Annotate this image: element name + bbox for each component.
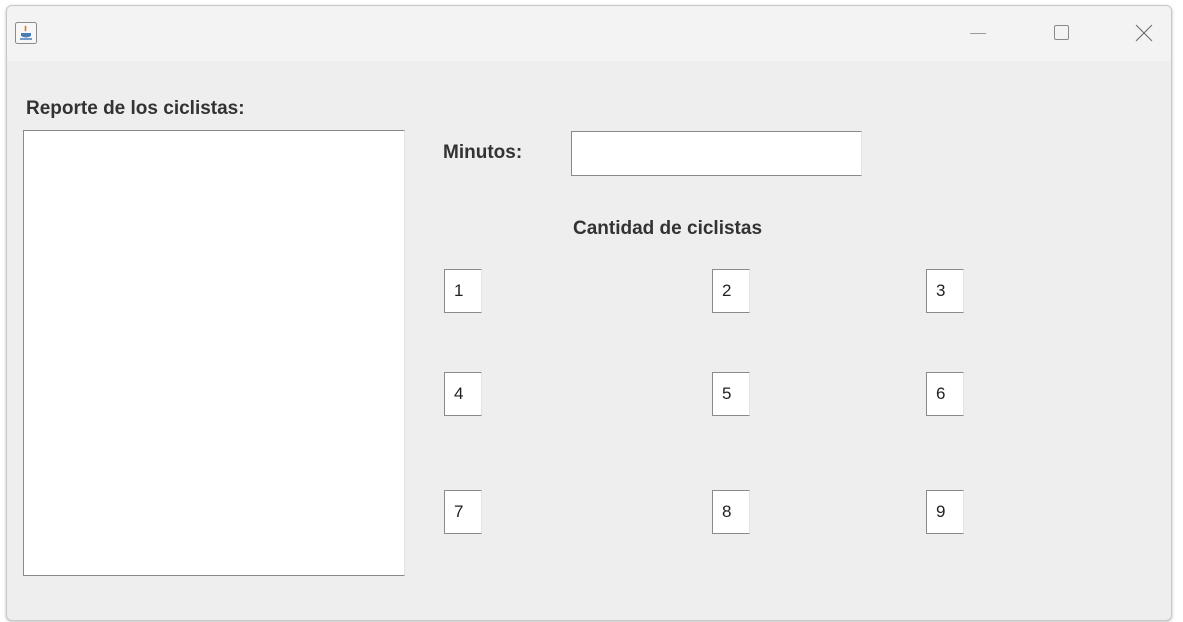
- minimize-button[interactable]: [955, 6, 1001, 61]
- close-button[interactable]: [1121, 6, 1167, 61]
- cyclist-field-8[interactable]: 8: [712, 490, 750, 534]
- cyclist-field-1[interactable]: 1: [444, 269, 482, 313]
- minutes-label: Minutos:: [443, 142, 523, 163]
- cyclist-field-9[interactable]: 9: [926, 490, 964, 534]
- report-label: Reporte de los ciclistas:: [26, 98, 245, 119]
- title-bar[interactable]: [7, 6, 1171, 61]
- maximize-icon: [1054, 25, 1069, 40]
- maximize-button[interactable]: [1038, 6, 1084, 61]
- cyclists-heading: Cantidad de ciclistas: [573, 218, 763, 239]
- cyclist-field-4[interactable]: 4: [444, 372, 482, 416]
- cyclist-field-2[interactable]: 2: [712, 269, 750, 313]
- minutes-input[interactable]: [571, 131, 862, 176]
- minimize-icon: [970, 33, 986, 34]
- cyclist-field-3[interactable]: 3: [926, 269, 964, 313]
- report-textarea[interactable]: [23, 130, 405, 576]
- app-window: Reporte de los ciclistas: Minutos: Canti…: [6, 5, 1172, 621]
- java-app-icon[interactable]: [15, 22, 37, 44]
- cyclist-field-6[interactable]: 6: [926, 372, 964, 416]
- close-icon: [1135, 24, 1153, 42]
- cyclist-field-7[interactable]: 7: [444, 490, 482, 534]
- cyclist-field-5[interactable]: 5: [712, 372, 750, 416]
